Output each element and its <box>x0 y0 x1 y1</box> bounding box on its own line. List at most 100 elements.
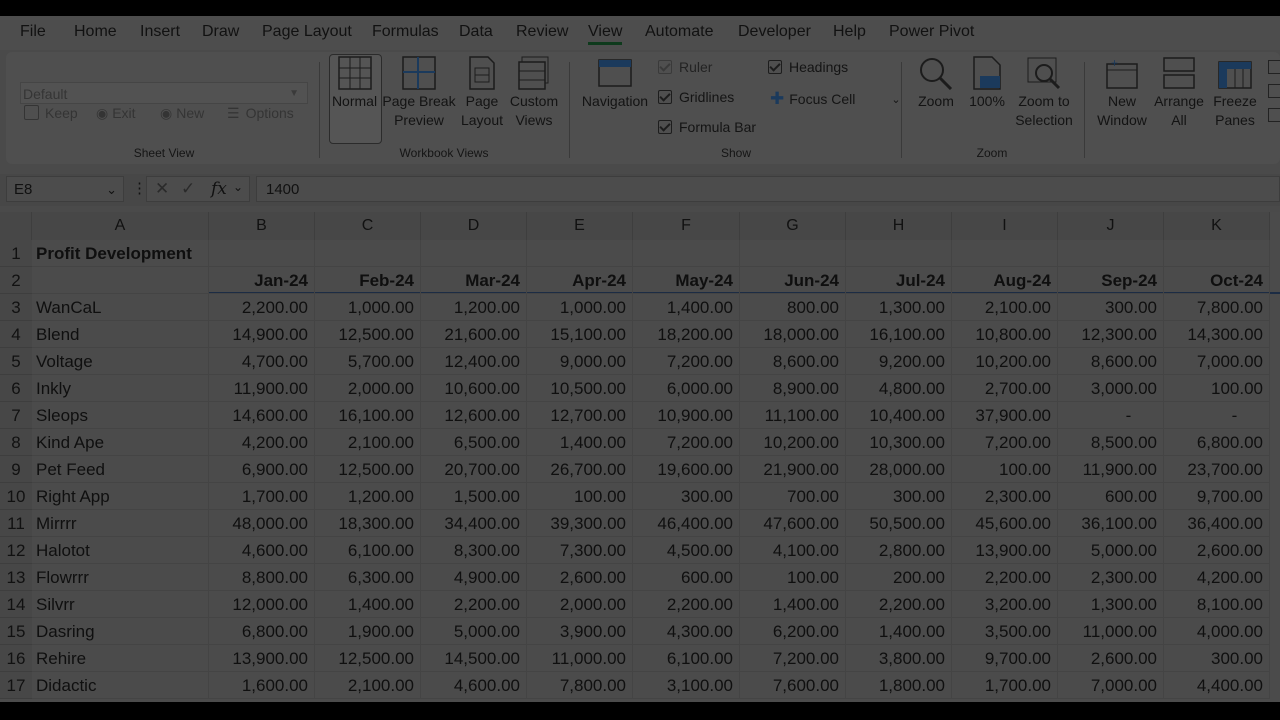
value-cell[interactable]: 6,000.00 <box>633 375 740 402</box>
value-cell[interactable]: 14,900.00 <box>209 321 315 348</box>
column-header-c[interactable]: C <box>315 212 421 240</box>
value-cell[interactable]: 1,200.00 <box>315 483 421 510</box>
value-cell[interactable]: 6,500.00 <box>421 429 527 456</box>
value-cell[interactable]: 1,000.00 <box>527 294 633 321</box>
value-cell[interactable]: 2,600.00 <box>1058 645 1164 672</box>
value-cell[interactable]: 200.00 <box>846 564 952 591</box>
value-cell[interactable]: 48,000.00 <box>209 510 315 537</box>
value-cell[interactable]: 2,100.00 <box>952 294 1058 321</box>
value-cell[interactable]: 4,700.00 <box>209 348 315 375</box>
value-cell[interactable]: 7,600.00 <box>740 672 846 699</box>
value-cell[interactable]: - <box>1058 402 1164 429</box>
cell[interactable] <box>421 240 527 267</box>
value-cell[interactable]: 1,300.00 <box>846 294 952 321</box>
value-cell[interactable]: 11,900.00 <box>1058 456 1164 483</box>
value-cell[interactable]: 1,600.00 <box>209 672 315 699</box>
gridlines-checkbox[interactable]: Gridlines <box>658 89 734 105</box>
value-cell[interactable]: 12,400.00 <box>421 348 527 375</box>
value-cell[interactable]: 12,300.00 <box>1058 321 1164 348</box>
value-cell[interactable]: 300.00 <box>633 483 740 510</box>
value-cell[interactable]: 9,000.00 <box>527 348 633 375</box>
value-cell[interactable]: 300.00 <box>1058 294 1164 321</box>
value-cell[interactable]: 4,200.00 <box>1164 564 1270 591</box>
cell[interactable] <box>1164 240 1270 267</box>
value-cell[interactable]: 8,900.00 <box>740 375 846 402</box>
headings-checkbox[interactable]: Headings <box>768 59 848 75</box>
value-cell[interactable]: 14,600.00 <box>209 402 315 429</box>
menu-data[interactable]: Data <box>459 23 493 41</box>
value-cell[interactable]: 26,700.00 <box>527 456 633 483</box>
value-cell[interactable]: 7,200.00 <box>633 348 740 375</box>
value-cell[interactable]: 6,100.00 <box>633 645 740 672</box>
value-cell[interactable]: 2,100.00 <box>315 672 421 699</box>
column-header-h[interactable]: H <box>846 212 952 240</box>
value-cell[interactable]: 6,300.00 <box>315 564 421 591</box>
arrange-all-button[interactable]: Arrange All <box>1152 56 1206 130</box>
value-cell[interactable]: 20,700.00 <box>421 456 527 483</box>
value-cell[interactable]: 37,900.00 <box>952 402 1058 429</box>
value-cell[interactable]: 11,000.00 <box>1058 618 1164 645</box>
value-cell[interactable]: 14,500.00 <box>421 645 527 672</box>
value-cell[interactable]: 3,200.00 <box>952 591 1058 618</box>
column-header-d[interactable]: D <box>421 212 527 240</box>
company-name-cell[interactable]: Inkly <box>32 375 209 402</box>
value-cell[interactable]: 4,600.00 <box>421 672 527 699</box>
value-cell[interactable]: 9,700.00 <box>1164 483 1270 510</box>
value-cell[interactable]: 4,800.00 <box>846 375 952 402</box>
ruler-checkbox[interactable]: Ruler <box>658 59 712 75</box>
value-cell[interactable]: 1,500.00 <box>421 483 527 510</box>
value-cell[interactable]: 700.00 <box>740 483 846 510</box>
month-header-cell[interactable]: Jul-24 <box>846 267 952 294</box>
value-cell[interactable]: 16,100.00 <box>315 402 421 429</box>
value-cell[interactable]: 4,600.00 <box>209 537 315 564</box>
value-cell[interactable]: 36,400.00 <box>1164 510 1270 537</box>
row-header-6[interactable]: 6 <box>0 375 32 402</box>
value-cell[interactable]: 11,100.00 <box>740 402 846 429</box>
row-header-4[interactable]: 4 <box>0 321 32 348</box>
row-header-3[interactable]: 3 <box>0 294 32 321</box>
row-header-14[interactable]: 14 <box>0 591 32 618</box>
value-cell[interactable]: 7,200.00 <box>740 645 846 672</box>
value-cell[interactable]: 800.00 <box>740 294 846 321</box>
value-cell[interactable]: 100.00 <box>740 564 846 591</box>
value-cell[interactable]: 47,600.00 <box>740 510 846 537</box>
column-header-e[interactable]: E <box>527 212 633 240</box>
value-cell[interactable]: 4,200.00 <box>209 429 315 456</box>
menu-help[interactable]: Help <box>833 23 866 41</box>
value-cell[interactable]: 46,400.00 <box>633 510 740 537</box>
value-cell[interactable]: 300.00 <box>1164 645 1270 672</box>
value-cell[interactable]: 10,500.00 <box>527 375 633 402</box>
value-cell[interactable]: 100.00 <box>1164 375 1270 402</box>
name-box[interactable]: E8 ⌄ <box>6 176 124 202</box>
value-cell[interactable]: 8,800.00 <box>209 564 315 591</box>
company-name-cell[interactable]: Halotot <box>32 537 209 564</box>
value-cell[interactable]: 7,000.00 <box>1164 348 1270 375</box>
keep-button[interactable]: Keep <box>24 105 78 121</box>
value-cell[interactable]: 11,900.00 <box>209 375 315 402</box>
value-cell[interactable]: 16,100.00 <box>846 321 952 348</box>
row-header-11[interactable]: 11 <box>0 510 32 537</box>
value-cell[interactable]: 600.00 <box>1058 483 1164 510</box>
row-header-9[interactable]: 9 <box>0 456 32 483</box>
value-cell[interactable]: 10,900.00 <box>633 402 740 429</box>
value-cell[interactable]: 7,300.00 <box>527 537 633 564</box>
confirm-icon[interactable]: ✓ <box>181 179 195 199</box>
row-header-13[interactable]: 13 <box>0 564 32 591</box>
value-cell[interactable]: 10,200.00 <box>952 348 1058 375</box>
month-header-cell[interactable]: Aug-24 <box>952 267 1058 294</box>
cell[interactable] <box>952 240 1058 267</box>
cell[interactable] <box>740 240 846 267</box>
row-header-8[interactable]: 8 <box>0 429 32 456</box>
custom-views-button[interactable]: Custom Views <box>508 56 560 130</box>
company-name-cell[interactable]: Pet Feed <box>32 456 209 483</box>
value-cell[interactable]: 6,800.00 <box>1164 429 1270 456</box>
value-cell[interactable]: 3,500.00 <box>952 618 1058 645</box>
month-header-cell[interactable]: Feb-24 <box>315 267 421 294</box>
month-header-cell[interactable]: Mar-24 <box>421 267 527 294</box>
value-cell[interactable]: 4,900.00 <box>421 564 527 591</box>
value-cell[interactable]: 6,800.00 <box>209 618 315 645</box>
value-cell[interactable]: 2,700.00 <box>952 375 1058 402</box>
value-cell[interactable]: 13,900.00 <box>952 537 1058 564</box>
value-cell[interactable]: 2,300.00 <box>1058 564 1164 591</box>
menu-automate[interactable]: Automate <box>645 23 713 41</box>
